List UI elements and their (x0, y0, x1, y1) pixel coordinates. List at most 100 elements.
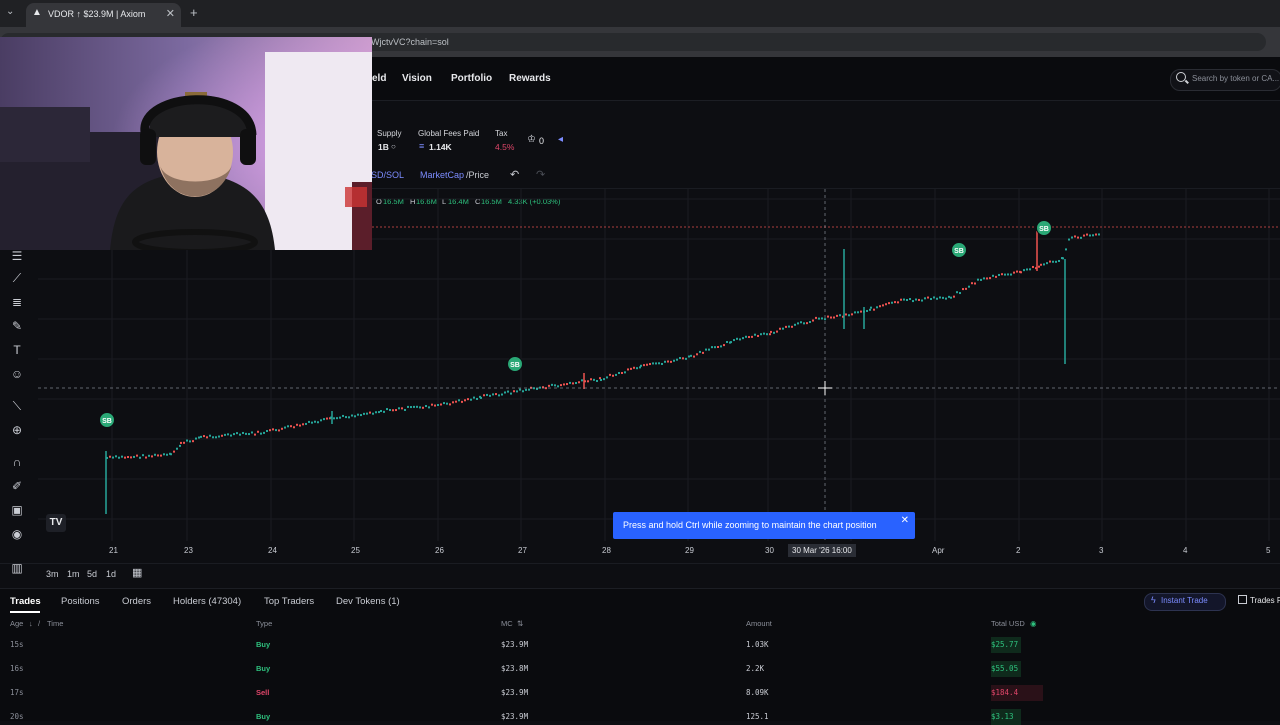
candle (785, 325, 787, 328)
candle (1074, 235, 1076, 238)
candle (742, 337, 744, 340)
fib-tool-icon[interactable]: ≣ (9, 295, 25, 309)
toast-close-icon[interactable]: ✕ (901, 515, 909, 526)
sb-marker[interactable]: SB (507, 356, 523, 372)
candle (189, 440, 191, 443)
tab-orders[interactable]: Orders (122, 596, 151, 607)
nav-item-vision[interactable]: Vision (402, 73, 432, 84)
text-tool-icon[interactable]: T (9, 343, 25, 357)
sort-down-icon[interactable]: ↓ (29, 619, 33, 628)
candle (348, 416, 350, 419)
tab-dev-tokens[interactable]: Dev Tokens (1) (336, 596, 400, 607)
candle (891, 301, 893, 304)
candle (906, 299, 908, 302)
candle (154, 453, 156, 456)
candle (918, 298, 920, 301)
candle (1038, 265, 1040, 268)
col-mc[interactable]: MC (501, 619, 513, 628)
candle (305, 422, 307, 425)
candle (968, 285, 970, 288)
candle (690, 354, 692, 357)
candle (869, 308, 871, 311)
sb-marker[interactable]: SB (1036, 220, 1052, 236)
redo-icon[interactable]: ↷ (536, 168, 545, 181)
search-placeholder: Search by token or CA... (1192, 74, 1280, 83)
eye-icon[interactable]: ◉ (9, 527, 25, 541)
candle (1040, 263, 1042, 266)
trade-amount: 8.09K (746, 688, 769, 697)
tab-search-chevron-icon[interactable]: ⌄ (6, 6, 14, 17)
magnet-icon[interactable]: ∩ (9, 455, 25, 469)
candle (998, 273, 1000, 276)
price-toggle[interactable]: /Price (466, 170, 489, 180)
candle (1077, 236, 1079, 239)
ruler-tool-icon[interactable]: ⟍ (9, 399, 25, 413)
candle (745, 335, 747, 338)
candle (1098, 233, 1100, 236)
candle (670, 360, 672, 363)
tab-top-traders[interactable]: Top Traders (264, 596, 314, 607)
candle (470, 398, 472, 401)
nav-item-yield[interactable]: eld (372, 73, 386, 84)
candle (1083, 234, 1085, 237)
candle (866, 309, 868, 312)
pair-label[interactable]: SD/SOL (371, 170, 404, 180)
brush-tool-icon[interactable]: ✎ (9, 319, 25, 333)
crosshair-tool-icon[interactable]: ☰ (9, 249, 25, 263)
candle (696, 353, 698, 356)
lock-icon[interactable]: ▣ (9, 503, 25, 517)
sb-marker[interactable]: SB (951, 242, 967, 258)
candle (170, 453, 172, 456)
sb-marker-label: SB (954, 248, 964, 255)
calendar-icon[interactable]: ▦ (132, 566, 142, 579)
tab-close-icon[interactable]: ✕ (166, 7, 175, 20)
sb-marker[interactable]: SB (99, 412, 115, 428)
col-age[interactable]: Age (10, 619, 23, 628)
x-tick-label: 24 (268, 546, 277, 555)
lock-drawing-icon[interactable]: ✐ (9, 479, 25, 493)
candle (730, 341, 732, 344)
trendline-tool-icon[interactable]: ⟋ (9, 271, 25, 285)
candle (950, 296, 952, 299)
candle (773, 331, 775, 334)
candle (779, 327, 781, 330)
candle (1095, 233, 1097, 236)
candle (980, 278, 982, 281)
candle (733, 339, 735, 342)
zoom-in-icon[interactable]: ⊕ (9, 423, 25, 437)
tab-positions[interactable]: Positions (61, 596, 100, 607)
marketcap-toggle[interactable]: MarketCap (420, 170, 464, 180)
copy-icon[interactable]: ○ (391, 142, 396, 151)
candle (192, 440, 194, 443)
candle (942, 296, 944, 299)
tab-trades[interactable]: Trades (10, 596, 41, 607)
tax-label: Tax (495, 129, 508, 138)
col-time[interactable]: Time (47, 619, 63, 628)
timeframe-5d[interactable]: 5d (87, 569, 97, 579)
candle (621, 371, 623, 374)
candle (357, 413, 359, 416)
new-tab-icon[interactable]: + (190, 5, 198, 20)
trades-panel-checkbox[interactable] (1238, 595, 1247, 604)
emoji-tool-icon[interactable]: ☺ (9, 367, 25, 381)
tradingview-logo[interactable]: TV (46, 514, 66, 532)
undo-icon[interactable]: ↶ (510, 168, 519, 181)
nav-item-portfolio[interactable]: Portfolio (451, 73, 492, 84)
browser-tab[interactable]: ▲ VDOR ↑ $23.9M | Axiom ✕ (26, 3, 181, 27)
candle (151, 455, 153, 458)
tab-holders[interactable]: Holders (47304) (173, 596, 241, 607)
megaphone-icon[interactable]: ◂ (558, 134, 563, 145)
candle (640, 364, 642, 367)
candle (596, 379, 598, 382)
candle (915, 298, 917, 301)
timeframe-1d[interactable]: 1d (106, 569, 116, 579)
timeframe-3m[interactable]: 3m (46, 569, 59, 579)
usd-coin-icon[interactable]: ◉ (1030, 619, 1037, 628)
candle (554, 384, 556, 387)
candle (336, 417, 338, 420)
swap-icon[interactable]: ⇅ (517, 619, 523, 628)
timeframe-1m[interactable]: 1m (67, 569, 80, 579)
candle (794, 323, 796, 326)
candle (326, 417, 328, 420)
nav-item-rewards[interactable]: Rewards (509, 73, 551, 84)
